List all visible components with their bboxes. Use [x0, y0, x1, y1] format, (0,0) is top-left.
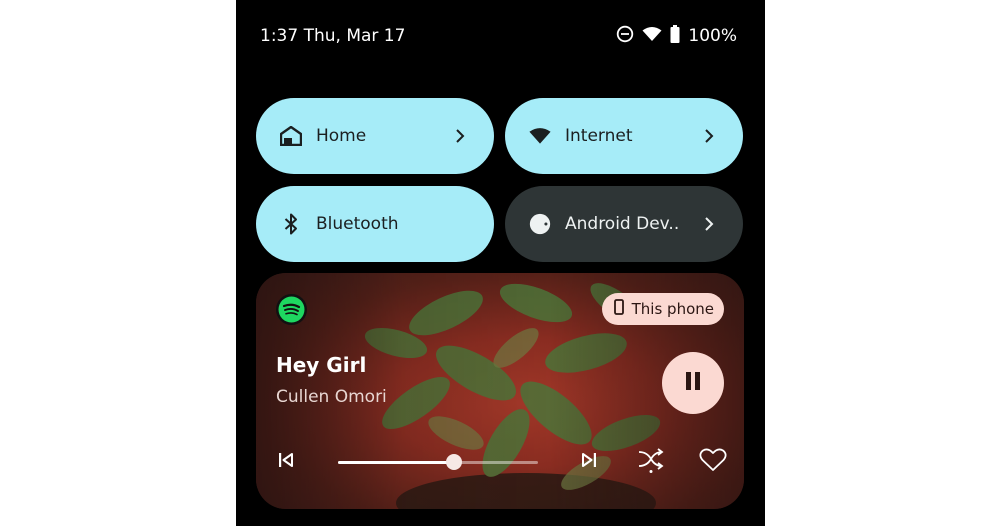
battery-icon	[670, 24, 680, 48]
android-device-icon	[529, 213, 551, 235]
tile-home[interactable]: Home	[256, 98, 494, 174]
seek-thumb[interactable]	[446, 454, 462, 470]
next-button[interactable]	[576, 449, 602, 475]
wifi-icon	[642, 26, 662, 47]
seek-progress	[338, 461, 454, 464]
phone-icon	[613, 299, 624, 319]
skip-previous-icon	[277, 451, 295, 473]
previous-button[interactable]	[273, 449, 299, 475]
quick-settings-panel: 1:37 Thu, Mar 17 100% Home Internet Blue…	[236, 0, 765, 526]
media-player[interactable]: This phone Hey Girl Cullen Omori	[256, 273, 744, 509]
tile-internet[interactable]: Internet	[505, 98, 743, 174]
shuffle-button[interactable]	[636, 447, 666, 477]
tile-label: Bluetooth	[316, 214, 399, 234]
track-title: Hey Girl	[276, 353, 367, 377]
pause-button[interactable]	[662, 352, 724, 414]
wifi-icon	[529, 125, 551, 147]
tile-android-device[interactable]: Android Dev..	[505, 186, 743, 262]
tile-bluetooth[interactable]: Bluetooth	[256, 186, 494, 262]
time-date: 1:37 Thu, Mar 17	[260, 26, 406, 46]
skip-next-icon	[580, 451, 598, 473]
output-device-chip[interactable]: This phone	[601, 293, 724, 325]
tile-label: Home	[316, 126, 367, 146]
seek-slider[interactable]	[338, 454, 538, 470]
tile-label: Android Dev..	[565, 214, 680, 234]
status-bar: 1:37 Thu, Mar 17 100%	[260, 24, 737, 48]
battery-percent: 100%	[688, 26, 737, 46]
like-button[interactable]	[698, 448, 728, 476]
tile-label: Internet	[565, 126, 633, 146]
chevron-right-icon	[701, 216, 717, 232]
chevron-right-icon	[452, 128, 468, 144]
track-artist: Cullen Omori	[276, 387, 387, 407]
shuffle-icon	[637, 447, 665, 477]
spotify-icon[interactable]	[276, 294, 307, 325]
pause-icon	[683, 371, 703, 395]
chevron-right-icon	[701, 128, 717, 144]
bluetooth-icon	[280, 213, 302, 235]
do-not-disturb-icon	[616, 25, 634, 48]
heart-icon	[699, 448, 727, 476]
output-device-label: This phone	[631, 300, 714, 318]
home-icon	[280, 125, 302, 147]
